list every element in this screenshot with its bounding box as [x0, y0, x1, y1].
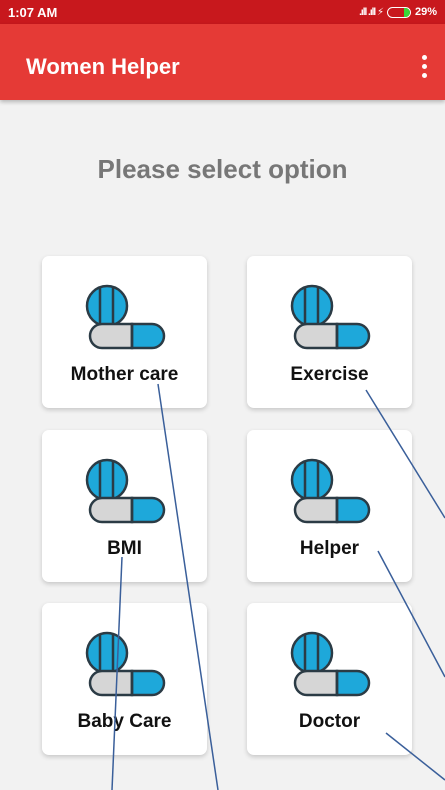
option-label: Baby Care — [77, 711, 172, 732]
status-bar: 1:07 AM .ıll .ıll ⚡ 29% — [0, 0, 445, 24]
option-card-exercise[interactable]: Exercise — [247, 256, 412, 408]
app-title: Women Helper — [26, 54, 180, 79]
pill-capsule-icon — [290, 458, 371, 524]
option-card-doctor[interactable]: Doctor — [247, 603, 412, 755]
option-card-helper[interactable]: Helper — [247, 430, 412, 582]
battery-icon — [386, 6, 411, 18]
app-bar: Women Helper — [0, 24, 445, 100]
option-card-mother-care[interactable]: Mother care — [42, 256, 207, 408]
status-indicators: .ıll .ıll ⚡ 29% — [359, 6, 437, 18]
pill-capsule-icon — [85, 458, 166, 524]
pill-capsule-icon — [290, 284, 371, 350]
more-vert-icon[interactable] — [409, 50, 439, 82]
battery-percent: 29% — [414, 6, 437, 18]
page-prompt: Please select option — [97, 154, 348, 184]
option-label: Exercise — [290, 364, 369, 385]
pill-capsule-icon — [85, 284, 166, 350]
option-label: Mother care — [70, 364, 179, 385]
option-label: Helper — [299, 538, 360, 559]
pill-capsule-icon — [290, 631, 371, 697]
status-time: 1:07 AM — [8, 4, 58, 20]
option-label: BMI — [107, 538, 142, 559]
pill-capsule-icon — [85, 631, 166, 697]
option-label: Doctor — [298, 711, 361, 732]
option-card-baby-care[interactable]: Baby Care — [42, 603, 207, 755]
signal-icon: .ıll .ıll ⚡ — [359, 6, 384, 18]
option-card-bmi[interactable]: BMI — [42, 430, 207, 582]
